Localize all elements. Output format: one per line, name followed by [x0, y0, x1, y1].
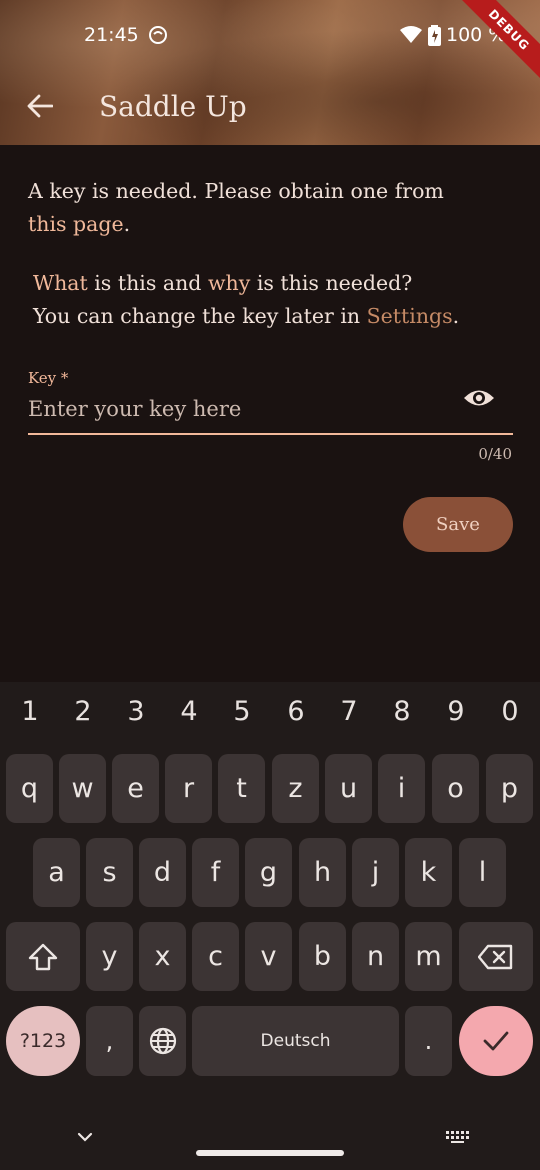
key-field-label: Key * — [28, 369, 69, 387]
period-text: . — [123, 212, 131, 236]
key-u[interactable]: u — [325, 754, 372, 823]
key-8[interactable]: 8 — [382, 696, 422, 727]
key-7[interactable]: 7 — [329, 696, 369, 727]
key-a[interactable]: a — [33, 838, 80, 907]
key-3[interactable]: 3 — [116, 696, 156, 727]
settings-link[interactable]: Settings — [367, 304, 453, 328]
why-link[interactable]: why — [208, 271, 250, 295]
visibility-toggle[interactable] — [462, 383, 496, 413]
keyboard-icon — [446, 1131, 469, 1143]
soft-keyboard: 1 2 3 4 5 6 7 8 9 0 q w e r t z u i o p … — [0, 682, 540, 1170]
key-input[interactable] — [28, 397, 448, 421]
key-g[interactable]: g — [245, 838, 292, 907]
key-p[interactable]: p — [486, 754, 533, 823]
intro-text: A key is needed. Please obtain one from — [28, 179, 444, 203]
key-m[interactable]: m — [405, 922, 452, 991]
key-field-underline — [28, 433, 513, 435]
check-icon — [483, 1031, 509, 1051]
key-d[interactable]: d — [139, 838, 186, 907]
hide-keyboard-button[interactable] — [72, 1124, 98, 1150]
obtain-key-link[interactable]: this page — [28, 212, 124, 236]
key-j[interactable]: j — [352, 838, 399, 907]
key-f[interactable]: f — [192, 838, 239, 907]
key-6[interactable]: 6 — [276, 696, 316, 727]
key-r[interactable]: r — [165, 754, 212, 823]
wifi-icon — [400, 26, 422, 48]
space-key[interactable]: Deutsch — [192, 1006, 399, 1076]
notification-icon — [148, 25, 168, 49]
key-0[interactable]: 0 — [490, 696, 530, 727]
key-9[interactable]: 9 — [436, 696, 476, 727]
home-indicator[interactable] — [196, 1150, 344, 1156]
key-h[interactable]: h — [299, 838, 346, 907]
number-row: 1 2 3 4 5 6 7 8 9 0 — [0, 696, 540, 740]
backspace-key[interactable] — [459, 922, 533, 991]
back-button[interactable] — [22, 88, 58, 124]
backspace-icon — [478, 944, 513, 969]
key-z[interactable]: z — [272, 754, 319, 823]
key-4[interactable]: 4 — [169, 696, 209, 727]
key-w[interactable]: w — [59, 754, 106, 823]
shift-icon — [28, 943, 58, 970]
key-l[interactable]: l — [459, 838, 506, 907]
what-link[interactable]: What — [33, 271, 88, 295]
key-c[interactable]: c — [192, 922, 239, 991]
main-content: A key is needed. Please obtain one from … — [0, 145, 540, 682]
key-2[interactable]: 2 — [63, 696, 103, 727]
arrow-back-icon — [27, 94, 53, 118]
help-end-text: is this needed? — [250, 271, 413, 295]
settings-hint-text: You can change the key later in — [33, 304, 367, 328]
key-t[interactable]: t — [218, 754, 265, 823]
key-s[interactable]: s — [86, 838, 133, 907]
enter-key[interactable] — [459, 1006, 533, 1076]
save-button[interactable]: Save — [403, 497, 513, 552]
globe-icon — [149, 1027, 176, 1055]
settings-period: . — [452, 304, 460, 328]
status-bar: 21:45 100 % — [0, 0, 540, 70]
status-time: 21:45 — [84, 24, 139, 46]
language-key[interactable] — [139, 1006, 186, 1076]
key-needed-text: A key is needed. Please obtain one from … — [28, 175, 444, 241]
key-n[interactable]: n — [352, 922, 399, 991]
key-y[interactable]: y — [86, 922, 133, 991]
chevron-down-icon — [77, 1132, 93, 1142]
key-5[interactable]: 5 — [222, 696, 262, 727]
app-bar: 21:45 100 % DEBUG Saddle Up — [0, 0, 540, 145]
key-o[interactable]: o — [432, 754, 479, 823]
eye-icon — [464, 390, 494, 406]
help-mid-text: is this and — [87, 271, 208, 295]
key-v[interactable]: v — [245, 922, 292, 991]
key-i[interactable]: i — [378, 754, 425, 823]
key-b[interactable]: b — [299, 922, 346, 991]
page-title: Saddle Up — [99, 90, 247, 123]
keyboard-switch-button[interactable] — [440, 1124, 474, 1150]
key-e[interactable]: e — [112, 754, 159, 823]
help-text: What is this and why is this needed? You… — [33, 267, 459, 333]
key-period[interactable]: . — [405, 1006, 452, 1076]
battery-icon — [428, 25, 441, 50]
char-counter: 0/40 — [478, 445, 512, 463]
key-x[interactable]: x — [139, 922, 186, 991]
key-comma[interactable]: , — [86, 1006, 133, 1076]
key-1[interactable]: 1 — [10, 696, 50, 727]
shift-key[interactable] — [6, 922, 80, 991]
key-q[interactable]: q — [6, 754, 53, 823]
symbols-key[interactable]: ?123 — [6, 1006, 80, 1076]
key-k[interactable]: k — [405, 838, 452, 907]
